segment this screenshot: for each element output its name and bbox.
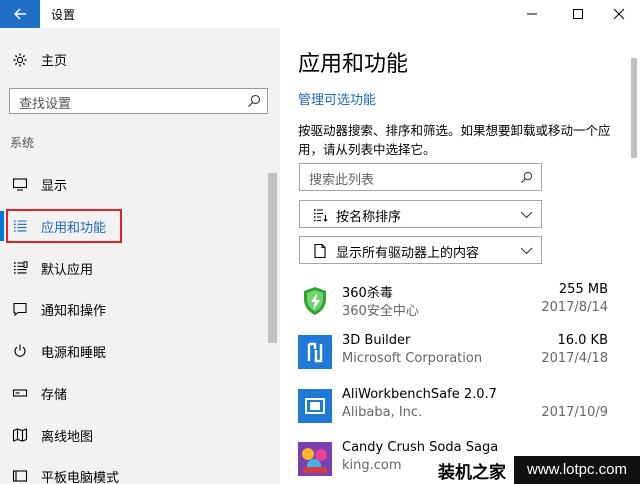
app-name: 360杀毒 [342, 286, 393, 301]
storage-icon [12, 389, 28, 397]
nav-item-offline-maps[interactable]: 离线地图 [0, 417, 265, 453]
chevron-down-icon [520, 247, 533, 255]
app-list-item[interactable]: AliWorkbenchSafe 2.0.7 Alibaba, Inc. 201… [298, 387, 618, 427]
tablet-icon [12, 470, 28, 482]
content-scrollbar-thumb[interactable] [631, 58, 637, 158]
app-list-item[interactable]: 3D Builder Microsoft Corporation 16.0 KB… [298, 333, 618, 373]
app-install-date: 2017/4/18 [541, 351, 608, 366]
chevron-down-icon [520, 211, 533, 219]
app-publisher: king.com [342, 458, 402, 473]
close-button[interactable] [596, 0, 640, 28]
nav-item-default-apps[interactable]: 默认应用 [0, 250, 265, 286]
app-name: Candy Crush Soda Saga [342, 440, 499, 455]
nav-item-label: 离线地图 [41, 429, 94, 445]
app-size: 255 MB [558, 282, 608, 297]
nav-item-power-sleep[interactable]: 电源和睡眠 [0, 333, 265, 369]
back-button[interactable] [0, 0, 40, 28]
sort-icon [314, 209, 328, 222]
app-publisher: Microsoft Corporation [342, 351, 483, 366]
nav-item-label: 存储 [41, 387, 68, 403]
sort-dropdown-value: 按名称排序 [336, 210, 402, 225]
map-icon [12, 428, 28, 442]
page-description: 按驱动器搜索、排序和筛选。如果想要卸载或移动一个应用，请从列表中选择它。 [298, 123, 611, 157]
nav-item-tablet-mode[interactable]: 平板电脑模式 [0, 458, 265, 484]
close-icon [613, 8, 625, 20]
nav-scrollbar[interactable] [268, 173, 277, 484]
nav-section-header: 系统 [10, 136, 35, 150]
nav-item-label: 默认应用 [41, 262, 94, 278]
app-list-search-placeholder: 搜索此列表 [309, 173, 375, 188]
nav-item-label: 电源和睡眠 [41, 345, 107, 361]
360-antivirus-icon [298, 284, 332, 318]
nav-item-label: 平板电脑模式 [41, 470, 120, 484]
nav-home-label: 主页 [41, 54, 68, 69]
app-name: 3D Builder [342, 333, 411, 348]
nav-item-label: 显示 [41, 178, 68, 194]
nav-item-display[interactable]: 显示 [0, 166, 265, 202]
watermark-url: www.lotpc.com [514, 456, 640, 484]
nav-item-label: 通知和操作 [41, 303, 107, 319]
window-title: 设置 [51, 8, 76, 22]
app-install-date: 2017/10/9 [541, 405, 608, 420]
manage-optional-features-link[interactable]: 管理可选功能 [298, 89, 376, 108]
nav-home[interactable]: 主页 [12, 50, 67, 69]
candy-crush-icon [298, 442, 332, 476]
settings-search-input[interactable]: 查找设置 [9, 88, 268, 114]
monitor-icon [12, 178, 28, 191]
watermark-text: 装机之家 [438, 463, 506, 483]
app-list-item[interactable]: 360杀毒 360安全中心 255 MB 2017/8/14 [298, 282, 618, 322]
nav-item-storage[interactable]: 存储 [0, 375, 265, 411]
notification-icon [13, 302, 27, 317]
minimize-icon [527, 13, 537, 15]
app-size: 16.0 KB [557, 333, 608, 348]
title-bar: 设置 [0, 0, 640, 28]
app-install-date: 2017/8/14 [541, 300, 608, 315]
search-icon[interactable] [247, 94, 261, 108]
sort-dropdown[interactable]: 按名称排序 [299, 200, 542, 228]
drive-icon [314, 243, 326, 259]
drive-filter-value: 显示所有驱动器上的内容 [336, 246, 480, 261]
maximize-button[interactable] [555, 0, 601, 28]
app-publisher: 360安全中心 [342, 304, 419, 319]
search-icon[interactable] [520, 171, 533, 184]
app-publisher: Alibaba, Inc. [342, 405, 423, 420]
page-title: 应用和功能 [298, 52, 409, 77]
watermark: 装机之家 www.lotpc.com [438, 456, 640, 484]
app-list-search-input[interactable]: 搜索此列表 [299, 163, 542, 191]
default-apps-icon [14, 261, 28, 274]
settings-nav-pane: 主页 查找设置 系统 显示 应用和功能 默认应用 通知和操作 电源和睡眠 存储 … [0, 28, 280, 484]
maximize-icon [573, 9, 583, 19]
nav-item-notifications[interactable]: 通知和操作 [0, 291, 265, 327]
content-scrollbar[interactable] [631, 58, 637, 484]
settings-search-placeholder: 查找设置 [19, 97, 72, 112]
aliworkbench-icon [298, 389, 332, 423]
minimize-button[interactable] [509, 0, 555, 28]
3d-builder-icon [298, 335, 332, 369]
drive-filter-dropdown[interactable]: 显示所有驱动器上的内容 [299, 236, 542, 264]
power-icon [14, 344, 26, 357]
nav-scrollbar-thumb[interactable] [268, 173, 277, 343]
red-highlight-box [6, 209, 122, 243]
apps-features-content: 应用和功能 管理可选功能 按驱动器搜索、排序和筛选。如果想要卸载或移动一个应用，… [280, 28, 640, 484]
gear-icon [13, 53, 27, 66]
back-arrow-icon [14, 8, 26, 20]
app-name: AliWorkbenchSafe 2.0.7 [342, 387, 497, 402]
